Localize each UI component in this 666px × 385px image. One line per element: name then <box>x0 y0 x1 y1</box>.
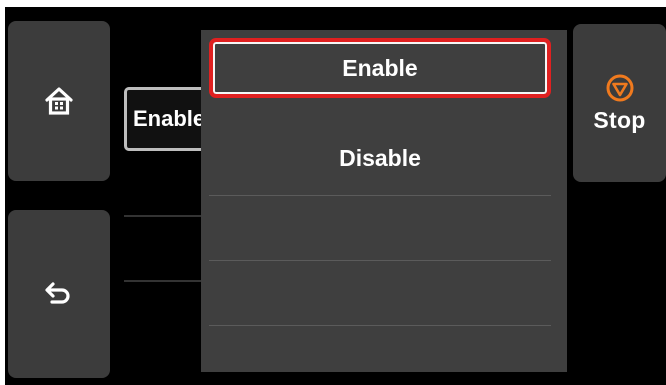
back-button[interactable] <box>8 210 110 378</box>
option-disable[interactable]: Disable <box>209 128 551 188</box>
list-divider <box>124 215 204 217</box>
option-label: Disable <box>339 144 421 171</box>
option-empty <box>209 196 551 256</box>
touch-screen: Enable Enable Disable Stop <box>5 7 666 385</box>
option-dropdown: Enable Disable <box>201 30 567 372</box>
current-setting-label: Enable <box>133 106 206 131</box>
home-icon <box>45 87 73 115</box>
back-arrow-icon <box>45 282 70 304</box>
option-empty <box>209 261 551 321</box>
home-button[interactable] <box>8 21 110 181</box>
option-enable[interactable]: Enable <box>209 38 551 98</box>
stop-button[interactable]: Stop <box>573 24 666 182</box>
stop-label: Stop <box>593 106 646 133</box>
stop-icon <box>606 74 633 101</box>
list-divider <box>124 280 204 282</box>
option-empty <box>209 326 551 385</box>
option-label: Enable <box>342 54 418 81</box>
